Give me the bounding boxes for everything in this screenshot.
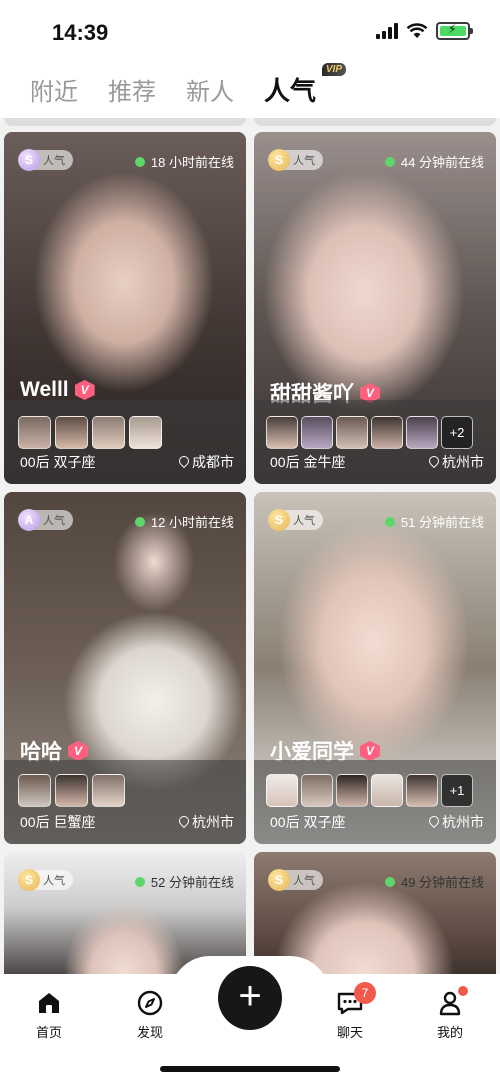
tab-popular[interactable]: 人气 VIP bbox=[264, 62, 347, 108]
photo-thumbnail[interactable] bbox=[336, 416, 368, 449]
photo-thumbnails bbox=[18, 416, 162, 449]
online-status: 49 分钟前在线 bbox=[384, 872, 484, 891]
create-post-button[interactable]: + bbox=[218, 966, 282, 1030]
photo-thumbnail[interactable] bbox=[406, 416, 438, 449]
photo-thumbnail[interactable] bbox=[371, 774, 403, 807]
location-pin-icon bbox=[179, 816, 189, 828]
photo-thumbnail[interactable] bbox=[406, 774, 438, 807]
status-time: 14:39 bbox=[52, 20, 109, 45]
age-zodiac: 00后 巨蟹座 bbox=[20, 814, 96, 830]
unread-count-badge: 7 bbox=[354, 982, 376, 1004]
location-pin-icon bbox=[429, 456, 439, 468]
popularity-badge: S 人气 bbox=[268, 149, 323, 171]
top-tab-bar: 附近 推荐 新人 人气 VIP bbox=[0, 60, 500, 118]
profile-card[interactable]: A 人气 12 小时前在线 哈哈 V 00后 巨蟹座 杭州市 bbox=[4, 492, 246, 844]
online-dot-icon bbox=[134, 876, 145, 887]
nav-discover[interactable]: 发现 bbox=[120, 990, 180, 1041]
home-indicator bbox=[160, 1066, 340, 1072]
photo-thumbnail[interactable] bbox=[92, 416, 125, 449]
previous-card-edge bbox=[4, 118, 246, 126]
cellular-signal-icon bbox=[376, 23, 398, 39]
bottom-navigation: 首页 发现 + 7 聊天 我的 bbox=[0, 956, 500, 1082]
location-pin-icon bbox=[179, 456, 189, 468]
nav-discover-label: 发现 bbox=[136, 1025, 163, 1040]
nav-chat-label: 聊天 bbox=[336, 1025, 363, 1040]
age-zodiac: 00后 双子座 bbox=[20, 454, 96, 470]
notification-dot bbox=[458, 986, 468, 996]
online-dot-icon bbox=[384, 156, 395, 167]
photo-thumbnail[interactable] bbox=[55, 416, 88, 449]
photo-thumbnail[interactable] bbox=[18, 416, 51, 449]
online-status: 51 分钟前在线 bbox=[384, 512, 484, 531]
photo-thumbnails: +2 bbox=[266, 416, 473, 449]
profile-name-row: Welll V bbox=[20, 378, 95, 402]
nav-home[interactable]: 首页 bbox=[19, 990, 79, 1041]
nav-chat[interactable]: 7 聊天 bbox=[320, 982, 380, 1041]
age-zodiac: 00后 金牛座 bbox=[270, 454, 346, 470]
photo-thumbnail[interactable] bbox=[371, 416, 403, 449]
home-icon bbox=[39, 993, 59, 1013]
photo-thumbnail[interactable] bbox=[92, 774, 125, 807]
popularity-badge: S 人气 bbox=[18, 869, 73, 891]
verified-icon: V bbox=[68, 741, 88, 761]
age-zodiac: 00后 双子座 bbox=[270, 814, 346, 830]
profile-card[interactable]: S 人气 51 分钟前在线 小爱同学 V +1 00后 双子座 杭州市 bbox=[254, 492, 496, 844]
photo-thumbnail[interactable] bbox=[18, 774, 51, 807]
location: 成都市 bbox=[179, 452, 234, 472]
nav-me[interactable]: 我的 bbox=[420, 986, 480, 1041]
photo-thumbnail[interactable] bbox=[55, 774, 88, 807]
tab-popular-label: 人气 bbox=[264, 75, 317, 106]
coin-icon: S bbox=[268, 509, 290, 531]
location: 杭州市 bbox=[429, 812, 484, 832]
battery-icon bbox=[436, 22, 473, 40]
tab-new[interactable]: 新人 bbox=[186, 72, 234, 107]
status-icons bbox=[376, 22, 473, 40]
popularity-badge: A 人气 bbox=[18, 509, 73, 531]
photo-thumbnails bbox=[18, 774, 125, 807]
online-status: 44 分钟前在线 bbox=[384, 152, 484, 171]
popularity-badge: S 人气 bbox=[268, 869, 323, 891]
photo-thumbnail[interactable] bbox=[266, 416, 298, 449]
location: 杭州市 bbox=[429, 452, 484, 472]
online-dot-icon bbox=[134, 516, 145, 527]
coin-icon: S bbox=[268, 149, 290, 171]
online-status: 52 分钟前在线 bbox=[134, 872, 234, 891]
online-status: 18 小时前在线 bbox=[134, 152, 234, 171]
coin-icon: A bbox=[18, 509, 40, 531]
profile-card[interactable]: S 人气 18 小时前在线 Welll V 00后 双子座 成都市 bbox=[4, 132, 246, 484]
online-dot-icon bbox=[384, 516, 395, 527]
vip-tag: VIP bbox=[321, 62, 347, 76]
profile-card[interactable]: S 人气 44 分钟前在线 甜甜酱吖 V +2 00后 金牛座 杭州市 bbox=[254, 132, 496, 484]
location: 杭州市 bbox=[179, 812, 234, 832]
tab-nearby[interactable]: 附近 bbox=[30, 72, 78, 107]
photo-thumbnail[interactable] bbox=[301, 416, 333, 449]
photo-thumbnails: +1 bbox=[266, 774, 473, 807]
tab-recommend[interactable]: 推荐 bbox=[108, 72, 156, 107]
photo-thumbnail[interactable] bbox=[129, 416, 162, 449]
more-photos-count[interactable]: +1 bbox=[441, 774, 473, 807]
more-photos-count[interactable]: +2 bbox=[441, 416, 473, 449]
photo-thumbnail[interactable] bbox=[266, 774, 298, 807]
online-dot-icon bbox=[134, 156, 145, 167]
coin-icon: S bbox=[268, 869, 290, 891]
wifi-icon bbox=[406, 23, 428, 38]
verified-icon: V bbox=[360, 741, 380, 761]
previous-card-edge bbox=[254, 118, 496, 126]
photo-thumbnail[interactable] bbox=[301, 774, 333, 807]
location-pin-icon bbox=[429, 816, 439, 828]
nav-home-label: 首页 bbox=[35, 1025, 62, 1040]
popularity-badge: S 人气 bbox=[268, 509, 323, 531]
online-dot-icon bbox=[384, 876, 395, 887]
compass-icon bbox=[137, 990, 163, 1016]
online-status: 12 小时前在线 bbox=[134, 512, 234, 531]
photo-thumbnail[interactable] bbox=[336, 774, 368, 807]
verified-icon: V bbox=[74, 380, 95, 400]
popularity-badge: S 人气 bbox=[18, 149, 73, 171]
coin-icon: S bbox=[18, 149, 40, 171]
nav-me-label: 我的 bbox=[436, 1025, 463, 1040]
coin-icon: S bbox=[18, 869, 40, 891]
profile-name: Welll bbox=[20, 378, 69, 401]
status-bar: 14:39 bbox=[0, 0, 500, 60]
